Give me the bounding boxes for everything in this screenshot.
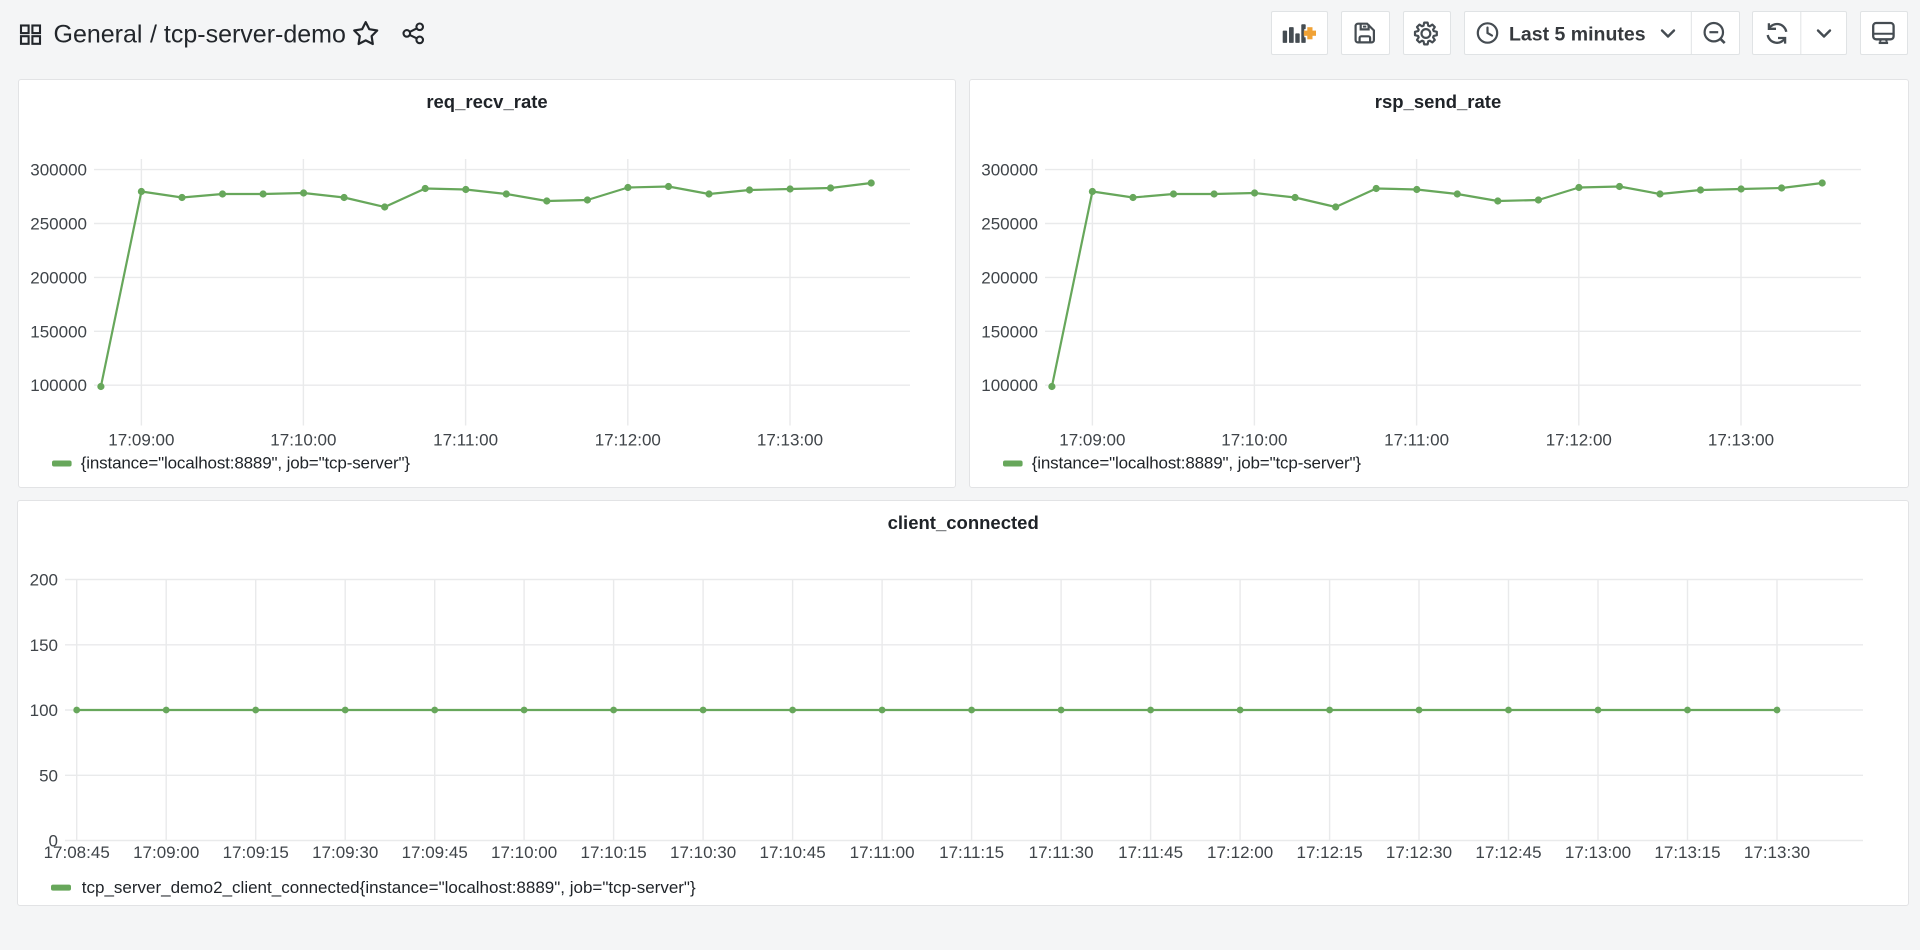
svg-text:50: 50 (39, 766, 58, 785)
svg-text:tcp_server_demo2_client_connec: tcp_server_demo2_client_connected{instan… (82, 878, 696, 897)
svg-text:150000: 150000 (981, 322, 1038, 341)
svg-text:17:11:45: 17:11:45 (1118, 843, 1183, 862)
svg-text:17:10:15: 17:10:15 (581, 843, 647, 862)
svg-text:250000: 250000 (30, 215, 87, 234)
svg-text:17:12:00: 17:12:00 (1546, 431, 1612, 450)
svg-text:17:08:45: 17:08:45 (44, 843, 110, 862)
svg-text:client_connected: client_connected (888, 512, 1039, 533)
svg-text:17:11:00: 17:11:00 (1384, 431, 1449, 450)
svg-text:17:11:15: 17:11:15 (939, 843, 1004, 862)
svg-text:17:09:00: 17:09:00 (133, 843, 199, 862)
svg-text:150000: 150000 (30, 322, 87, 341)
svg-text:17:09:30: 17:09:30 (312, 843, 378, 862)
svg-text:200000: 200000 (30, 268, 87, 287)
svg-text:17:12:00: 17:12:00 (1207, 843, 1273, 862)
svg-text:{instance="localhost:8889", jo: {instance="localhost:8889", job="tcp-ser… (1032, 454, 1362, 473)
svg-text:100000: 100000 (30, 376, 87, 395)
svg-text:17:09:00: 17:09:00 (108, 431, 174, 450)
svg-text:General: General (54, 21, 143, 49)
svg-text:17:10:00: 17:10:00 (491, 843, 557, 862)
svg-text:100000: 100000 (981, 376, 1038, 395)
svg-text:17:10:45: 17:10:45 (760, 843, 826, 862)
svg-text:17:09:45: 17:09:45 (402, 843, 468, 862)
svg-text:17:10:00: 17:10:00 (1221, 431, 1287, 450)
svg-text:17:11:30: 17:11:30 (1029, 843, 1094, 862)
svg-text:17:13:15: 17:13:15 (1654, 843, 1720, 862)
svg-text:Last 5 minutes: Last 5 minutes (1509, 24, 1646, 46)
svg-text:17:11:00: 17:11:00 (433, 431, 498, 450)
svg-text:17:11:00: 17:11:00 (850, 843, 915, 862)
svg-text:150: 150 (30, 636, 58, 655)
svg-text:17:13:00: 17:13:00 (757, 431, 823, 450)
svg-text:17:13:00: 17:13:00 (1708, 431, 1774, 450)
svg-text:17:12:45: 17:12:45 (1475, 843, 1541, 862)
svg-text:17:09:15: 17:09:15 (223, 843, 289, 862)
svg-text:17:10:30: 17:10:30 (670, 843, 736, 862)
svg-text:300000: 300000 (30, 161, 87, 180)
svg-text:200: 200 (30, 571, 58, 590)
svg-text:req_recv_rate: req_recv_rate (426, 91, 547, 112)
svg-text:250000: 250000 (981, 215, 1038, 234)
svg-text:17:12:15: 17:12:15 (1297, 843, 1363, 862)
svg-text:17:10:00: 17:10:00 (270, 431, 336, 450)
svg-text:100: 100 (30, 701, 58, 720)
svg-text:/ tcp-server-demo: / tcp-server-demo (150, 21, 346, 49)
svg-text:17:09:00: 17:09:00 (1059, 431, 1125, 450)
svg-text:rsp_send_rate: rsp_send_rate (1375, 91, 1501, 112)
svg-text:17:12:30: 17:12:30 (1386, 843, 1452, 862)
svg-text:17:12:00: 17:12:00 (595, 431, 661, 450)
svg-text:17:13:30: 17:13:30 (1744, 843, 1810, 862)
svg-text:{instance="localhost:8889", jo: {instance="localhost:8889", job="tcp-ser… (81, 454, 411, 473)
svg-text:200000: 200000 (981, 268, 1038, 287)
svg-text:17:13:00: 17:13:00 (1565, 843, 1631, 862)
svg-text:300000: 300000 (981, 161, 1038, 180)
